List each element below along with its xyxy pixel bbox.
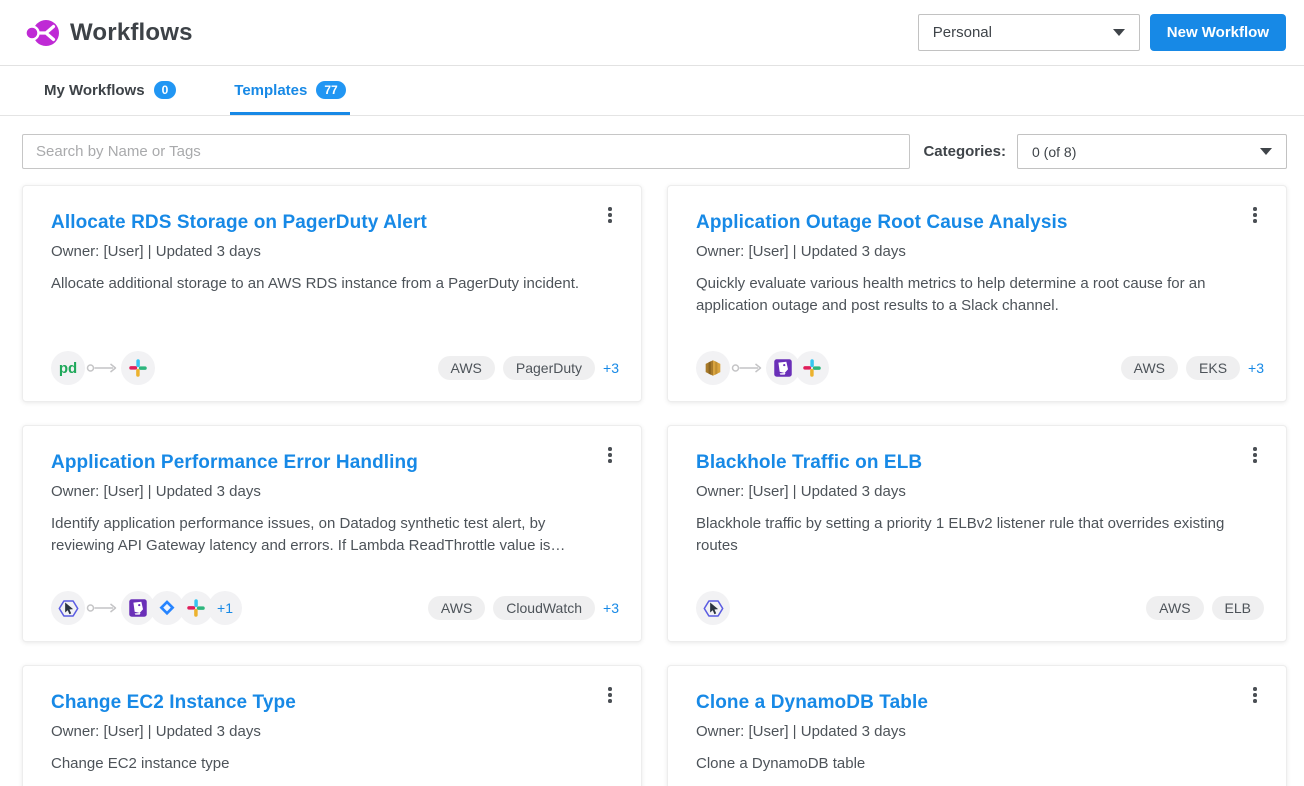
workflows-logo-icon — [24, 16, 60, 50]
tag-pill: CloudWatch — [493, 596, 595, 620]
workflow-description: Clone a DynamoDB table — [696, 753, 1256, 775]
workflow-owner-updated: Owner: [User] | Updated 3 days — [51, 243, 613, 260]
filter-row: Categories: 0 (of 8) — [22, 134, 1287, 169]
tag-pill: AWS — [438, 356, 495, 380]
workflow-owner-updated: Owner: [User] | Updated 3 days — [696, 483, 1258, 500]
slack-icon — [121, 351, 155, 385]
more-tags-link[interactable]: +3 — [1248, 360, 1264, 376]
integration-icons: pd — [51, 351, 155, 385]
tabbar: My Workflows 0 Templates 77 — [0, 66, 1304, 116]
categories-selector-value: 0 (of 8) — [1032, 144, 1076, 160]
connector-arrow-icon — [731, 362, 765, 374]
workflow-tags: AWS CloudWatch +3 — [428, 596, 619, 620]
card-menu-button[interactable] — [597, 440, 623, 470]
workflow-owner-updated: Owner: [User] | Updated 3 days — [51, 483, 613, 500]
card-menu-button[interactable] — [1242, 680, 1268, 710]
integration-icons — [696, 591, 730, 625]
more-integrations-badge: +1 — [208, 591, 242, 625]
workflow-description: Quickly evaluate various health metrics … — [696, 273, 1256, 317]
workflow-card: Clone a DynamoDB Table Owner: [User] | U… — [667, 665, 1287, 786]
categories-label: Categories: — [923, 143, 1006, 160]
workflow-title-link[interactable]: Application Outage Root Cause Analysis — [696, 212, 1258, 234]
categories-selector[interactable]: 0 (of 8) — [1017, 134, 1287, 169]
tab-count-badge: 77 — [316, 81, 345, 99]
workflow-owner-updated: Owner: [User] | Updated 3 days — [696, 723, 1258, 740]
workflow-tags: AWS PagerDuty +3 — [438, 356, 620, 380]
workflow-card-grid: Allocate RDS Storage on PagerDuty Alert … — [22, 185, 1287, 786]
slack-icon — [795, 351, 829, 385]
workflow-title-link[interactable]: Change EC2 Instance Type — [51, 692, 613, 714]
aws-icon — [696, 351, 730, 385]
card-footer: pd AWS PagerDuty +3 — [51, 351, 619, 385]
workflow-title-link[interactable]: Clone a DynamoDB Table — [696, 692, 1258, 714]
workspace-selector-value: Personal — [933, 24, 992, 41]
chevron-down-icon — [1113, 29, 1125, 36]
workflow-owner-updated: Owner: [User] | Updated 3 days — [51, 723, 613, 740]
workflow-tags: AWS ELB — [1146, 596, 1264, 620]
tag-pill: ELB — [1212, 596, 1264, 620]
integration-icons — [696, 351, 829, 385]
tab-templates[interactable]: Templates 77 — [230, 66, 349, 115]
tab-my-workflows[interactable]: My Workflows 0 — [40, 66, 180, 115]
tab-count-badge: 0 — [154, 81, 177, 99]
tag-pill: AWS — [1146, 596, 1203, 620]
card-menu-button[interactable] — [597, 680, 623, 710]
card-menu-button[interactable] — [1242, 200, 1268, 230]
card-menu-button[interactable] — [1242, 440, 1268, 470]
workflow-description: Allocate additional storage to an AWS RD… — [51, 273, 611, 295]
page-header: Workflows Personal New Workflow — [0, 0, 1304, 66]
page-title: Workflows — [70, 19, 193, 47]
card-footer: +1 AWS CloudWatch +3 — [51, 591, 619, 625]
workflow-owner-updated: Owner: [User] | Updated 3 days — [696, 243, 1258, 260]
tab-label: My Workflows — [44, 82, 145, 99]
integration-icons: +1 — [51, 591, 242, 625]
workflow-card: Allocate RDS Storage on PagerDuty Alert … — [22, 185, 642, 402]
workflow-description: Change EC2 instance type — [51, 753, 611, 775]
tag-pill: AWS — [428, 596, 485, 620]
connector-arrow-icon — [86, 602, 120, 614]
workflow-description: Identify application performance issues,… — [51, 513, 611, 557]
new-workflow-button[interactable]: New Workflow — [1150, 14, 1286, 51]
workflow-tags: AWS EKS +3 — [1121, 356, 1264, 380]
workflow-card: Application Performance Error Handling O… — [22, 425, 642, 642]
workflow-card: Application Outage Root Cause Analysis O… — [667, 185, 1287, 402]
connector-arrow-icon — [86, 362, 120, 374]
tab-label: Templates — [234, 82, 307, 99]
card-footer: AWS ELB — [696, 591, 1264, 625]
workflow-title-link[interactable]: Blackhole Traffic on ELB — [696, 452, 1258, 474]
chevron-down-icon — [1260, 148, 1272, 155]
webhook-trigger-icon — [51, 591, 85, 625]
workflow-card: Blackhole Traffic on ELB Owner: [User] |… — [667, 425, 1287, 642]
tag-pill: EKS — [1186, 356, 1240, 380]
more-tags-link[interactable]: +3 — [603, 360, 619, 376]
more-tags-link[interactable]: +3 — [603, 600, 619, 616]
card-footer: AWS EKS +3 — [696, 351, 1264, 385]
workflow-title-link[interactable]: Allocate RDS Storage on PagerDuty Alert — [51, 212, 613, 234]
pagerduty-icon: pd — [51, 351, 85, 385]
workspace-selector[interactable]: Personal — [918, 14, 1140, 51]
workflow-description: Blackhole traffic by setting a priority … — [696, 513, 1256, 557]
tag-pill: AWS — [1121, 356, 1178, 380]
webhook-trigger-icon — [696, 591, 730, 625]
card-menu-button[interactable] — [597, 200, 623, 230]
workflow-title-link[interactable]: Application Performance Error Handling — [51, 452, 613, 474]
workflow-card: Change EC2 Instance Type Owner: [User] |… — [22, 665, 642, 786]
tag-pill: PagerDuty — [503, 356, 595, 380]
search-input[interactable] — [22, 134, 910, 169]
svg-text:pd: pd — [59, 360, 77, 377]
